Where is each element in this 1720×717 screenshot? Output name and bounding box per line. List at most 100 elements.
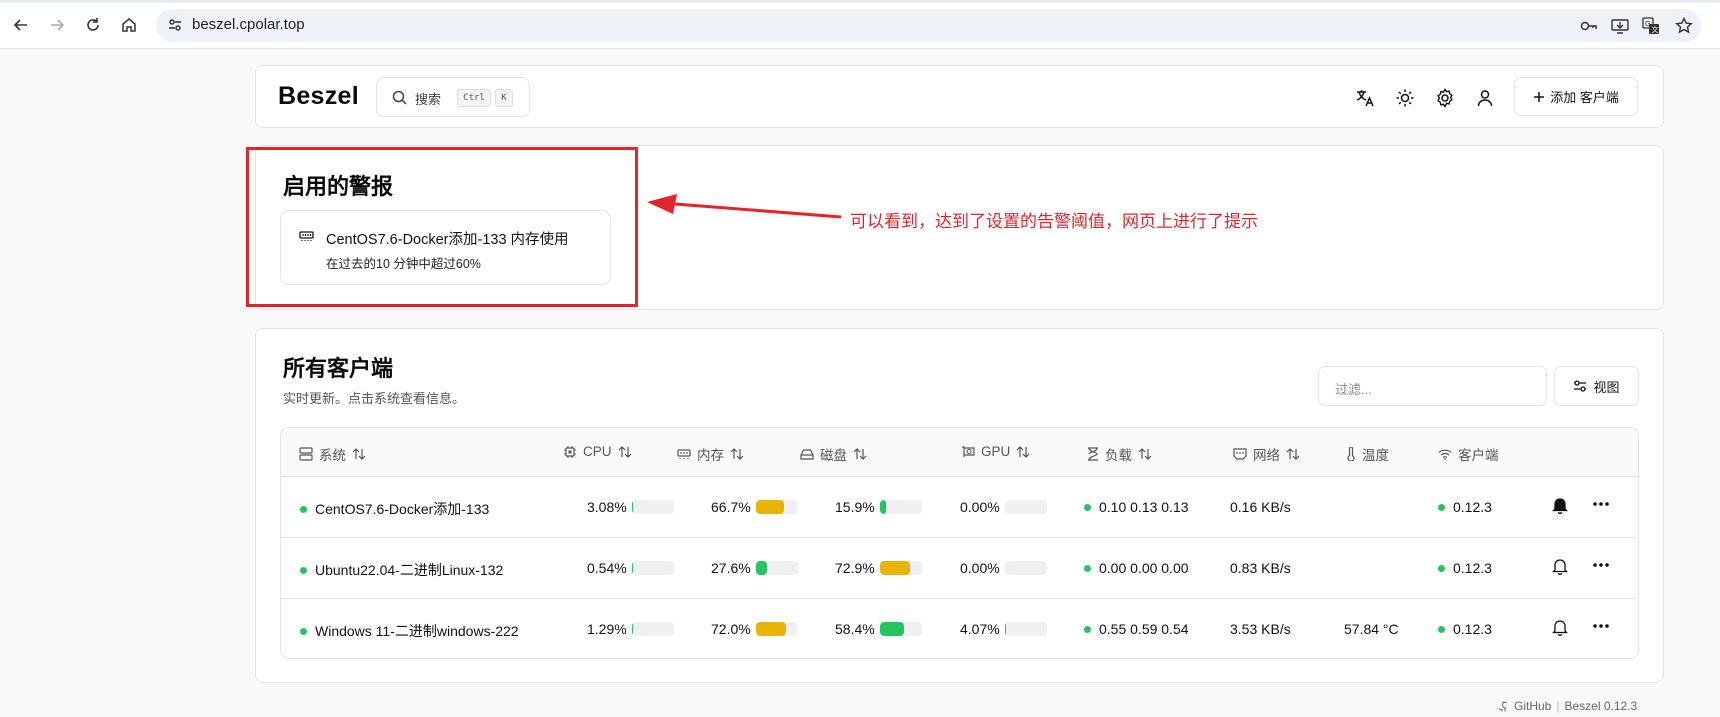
- settings-gear-icon[interactable]: [1433, 86, 1457, 110]
- footer: GitHub | Beszel 0.12.3: [1498, 699, 1637, 713]
- memory-bar: [755, 561, 798, 575]
- column-temperature[interactable]: 温度: [1346, 444, 1389, 464]
- forward-arrow-icon[interactable]: [44, 12, 70, 38]
- filter-input[interactable]: 过滤...: [1318, 366, 1547, 406]
- github-link[interactable]: GitHub: [1514, 699, 1551, 713]
- version-link[interactable]: Beszel 0.12.3: [1564, 699, 1637, 713]
- disk-bar-fill: [879, 561, 911, 575]
- search-button[interactable]: 搜索 Ctrl K: [376, 77, 530, 117]
- sliders-icon: [1573, 380, 1587, 392]
- disk-value: 15.9%: [835, 499, 875, 515]
- cpu-bar-fill: [631, 500, 633, 514]
- search-label: 搜索: [415, 92, 442, 107]
- tab-strip: [0, 0, 1720, 3]
- sort-icon: [853, 448, 867, 460]
- status-dot: [300, 566, 307, 574]
- ethernet-port-icon: [1233, 448, 1247, 460]
- agent-version: 0.12.3: [1453, 499, 1492, 515]
- load-value: 0.00 0.00 0.00: [1099, 560, 1189, 576]
- password-key-icon[interactable]: [1578, 15, 1600, 37]
- sort-icon: [1286, 448, 1300, 460]
- home-icon[interactable]: [116, 12, 142, 38]
- reload-icon[interactable]: [80, 12, 106, 38]
- table-header: 系统 CPU 内存 磁盘 GPU 负载 网络 温度 客户端: [281, 428, 1638, 477]
- load-value: 0.55 0.59 0.54: [1099, 621, 1189, 637]
- theme-sun-icon[interactable]: [1393, 86, 1417, 110]
- column-disk[interactable]: 磁盘: [800, 444, 867, 464]
- memory-value: 66.7%: [711, 499, 751, 515]
- install-app-icon[interactable]: [1609, 15, 1631, 37]
- column-network[interactable]: 网络: [1233, 444, 1300, 464]
- column-agent-label: 客户端: [1458, 448, 1499, 463]
- column-memory-label: 内存: [697, 448, 724, 463]
- column-system[interactable]: 系统: [299, 444, 366, 464]
- systems-table: 系统 CPU 内存 磁盘 GPU 负载 网络 温度 客户端 CentOS7.6-…: [280, 427, 1639, 659]
- more-options-icon[interactable]: [1592, 501, 1610, 507]
- table-row[interactable]: Ubuntu22.04-二进制Linux-132 0.54% 27.6% 72.…: [281, 538, 1638, 599]
- site-settings-icon[interactable]: [164, 14, 186, 36]
- bell-icon[interactable]: [1552, 558, 1568, 575]
- systems-subtitle: 实时更新。点击系统查看信息。: [283, 391, 466, 406]
- bookmark-star-icon[interactable]: [1673, 15, 1695, 37]
- gpu-bar-fill: [1004, 622, 1007, 636]
- system-name[interactable]: CentOS7.6-Docker添加-133: [315, 499, 489, 519]
- mem-bar-fill: [755, 622, 786, 636]
- systems-title: 所有客户端: [283, 356, 394, 381]
- hard-drive-icon: [800, 448, 814, 460]
- disk-bar-fill: [879, 622, 905, 636]
- annotation-text: 可以看到，达到了设置的告警阈值，网页上进行了提示: [850, 212, 1258, 231]
- thermometer-icon: [1346, 447, 1356, 461]
- column-disk-label: 磁盘: [820, 448, 847, 463]
- hourglass-icon: [1087, 447, 1099, 461]
- column-temperature-label: 温度: [1362, 448, 1389, 463]
- highlight-frame: [246, 147, 638, 307]
- svg-text:文: 文: [1652, 25, 1659, 34]
- add-client-label: 添加 客户端: [1550, 90, 1619, 105]
- column-cpu[interactable]: CPU: [563, 444, 632, 459]
- more-options-icon[interactable]: [1592, 623, 1610, 629]
- column-agent[interactable]: 客户端: [1438, 444, 1499, 464]
- language-icon[interactable]: [1353, 86, 1377, 110]
- cpu-bar-fill: [631, 622, 633, 636]
- add-client-button[interactable]: 添加 客户端: [1514, 77, 1638, 116]
- temperature-value: 57.84 °C: [1344, 621, 1399, 637]
- column-gpu[interactable]: GPU: [961, 444, 1030, 459]
- network-value: 0.16 KB/s: [1230, 499, 1291, 515]
- disk-bar: [879, 561, 922, 575]
- view-options-button[interactable]: 视图: [1554, 366, 1639, 406]
- bell-icon[interactable]: [1552, 619, 1568, 636]
- memory-chip-icon: [677, 448, 691, 460]
- back-arrow-icon[interactable]: [8, 12, 34, 38]
- address-bar[interactable]: [156, 9, 1701, 42]
- system-name[interactable]: Windows 11-二进制windows-222: [315, 621, 519, 641]
- url-text[interactable]: beszel.cpolar.top: [192, 16, 305, 33]
- load-status-dot: [1084, 503, 1091, 511]
- column-system-label: 系统: [319, 448, 346, 463]
- github-icon: [1498, 700, 1509, 712]
- gpu-value: 0.00%: [960, 499, 1000, 515]
- server-icon: [299, 447, 313, 461]
- table-row[interactable]: Windows 11-二进制windows-222 1.29% 72.0% 58…: [281, 599, 1638, 658]
- more-options-icon[interactable]: [1592, 562, 1610, 568]
- app-logo[interactable]: Beszel: [278, 82, 359, 111]
- table-row[interactable]: CentOS7.6-Docker添加-133 3.08% 66.7% 15.9%…: [281, 477, 1638, 538]
- agent-status-dot: [1438, 564, 1445, 572]
- system-name[interactable]: Ubuntu22.04-二进制Linux-132: [315, 560, 503, 580]
- browser-toolbar: beszel.cpolar.top G文: [0, 0, 1720, 49]
- column-memory[interactable]: 内存: [677, 444, 744, 464]
- user-account-icon[interactable]: [1473, 86, 1497, 110]
- disk-bar: [879, 500, 922, 514]
- gpu-bar: [1004, 561, 1047, 575]
- column-gpu-label: GPU: [981, 444, 1011, 459]
- gpu-bar: [1004, 500, 1047, 514]
- gpu-value: 4.07%: [960, 621, 1000, 637]
- sort-icon: [1138, 448, 1152, 460]
- view-label: 视图: [1593, 379, 1620, 395]
- cpu-value: 0.54%: [587, 560, 627, 576]
- shortcut-key-ctrl: Ctrl: [457, 89, 491, 107]
- mem-bar-fill: [755, 561, 768, 575]
- bell-icon[interactable]: [1552, 497, 1568, 514]
- translate-icon[interactable]: G文: [1640, 15, 1662, 37]
- memory-value: 27.6%: [711, 560, 751, 576]
- column-load[interactable]: 负载: [1087, 444, 1152, 464]
